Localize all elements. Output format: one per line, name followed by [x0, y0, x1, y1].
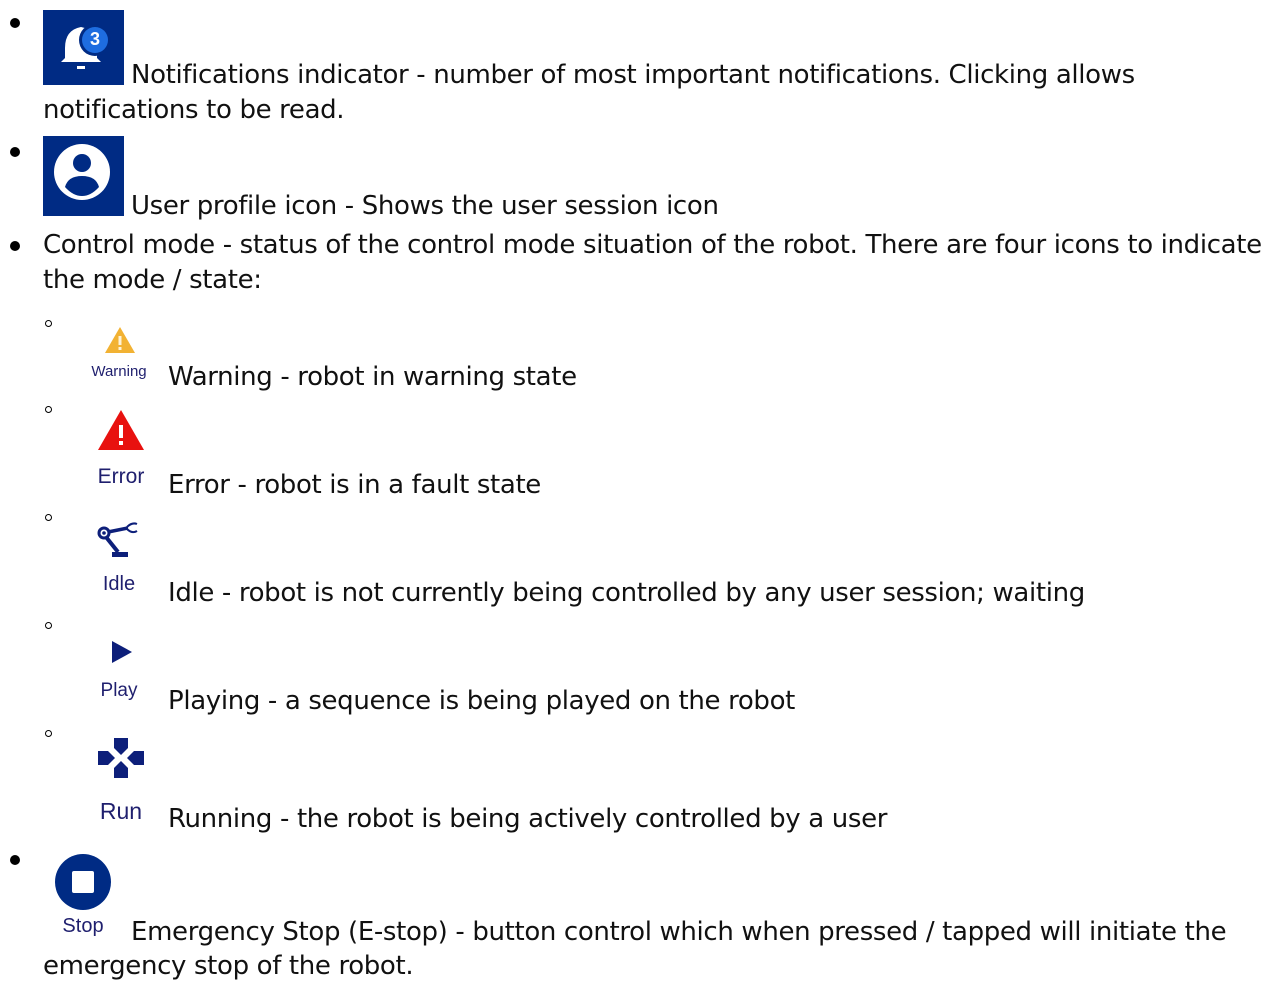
list-sub-bullet: [45, 622, 52, 629]
notifications-description-line1: Notifications indicator - number of most…: [131, 60, 1135, 90]
idle-caption: Idle: [102, 573, 136, 595]
notifications-description-line2: notifications to be read.: [43, 95, 345, 125]
play-icon: [112, 641, 132, 663]
user-profile-icon[interactable]: [43, 136, 124, 216]
list-sub-bullet: [45, 406, 52, 413]
emergency-stop-description-line2: emergency stop of the robot.: [43, 951, 414, 981]
list-sub-bullet: [45, 320, 52, 327]
list-sub-bullet: [45, 514, 52, 521]
list-bullet: [10, 855, 20, 865]
error-icon: [98, 410, 144, 450]
help-document: { "items": [ { "icon": "bell-icon", "bad…: [0, 0, 1277, 982]
stop-icon: [55, 854, 111, 910]
emergency-stop-description-line1: Emergency Stop (E-stop) - button control…: [131, 917, 1227, 947]
error-description: Error - robot is in a fault state: [168, 470, 541, 500]
control-mode-description-line2: the mode / state:: [43, 265, 262, 295]
user-profile-description: User profile icon - Shows the user sessi…: [131, 191, 719, 221]
control-mode-description-line1: Control mode - status of the control mod…: [43, 230, 1262, 260]
stop-caption: Stop: [62, 915, 104, 937]
notification-badge-count: 3: [89, 29, 100, 49]
warning-description: Warning - robot in warning state: [168, 362, 577, 392]
list-bullet: [10, 241, 20, 251]
list-bullet: [10, 147, 20, 157]
robot-arm-icon: [97, 522, 138, 557]
error-caption: Error: [97, 465, 145, 488]
warning-icon: [105, 327, 135, 353]
idle-description: Idle - robot is not currently being cont…: [168, 578, 1085, 608]
list-bullet: [10, 18, 20, 28]
gamepad-icon: [98, 738, 144, 778]
stop-button[interactable]: [55, 854, 111, 910]
bell-icon[interactable]: 3: [43, 10, 124, 85]
running-description: Running - the robot is being actively co…: [168, 804, 888, 834]
play-caption: Play: [100, 680, 138, 701]
run-caption: Run: [99, 798, 143, 824]
playing-description: Playing - a sequence is being played on …: [168, 686, 795, 716]
list-sub-bullet: [45, 730, 52, 737]
warning-caption: Warning: [91, 363, 147, 380]
